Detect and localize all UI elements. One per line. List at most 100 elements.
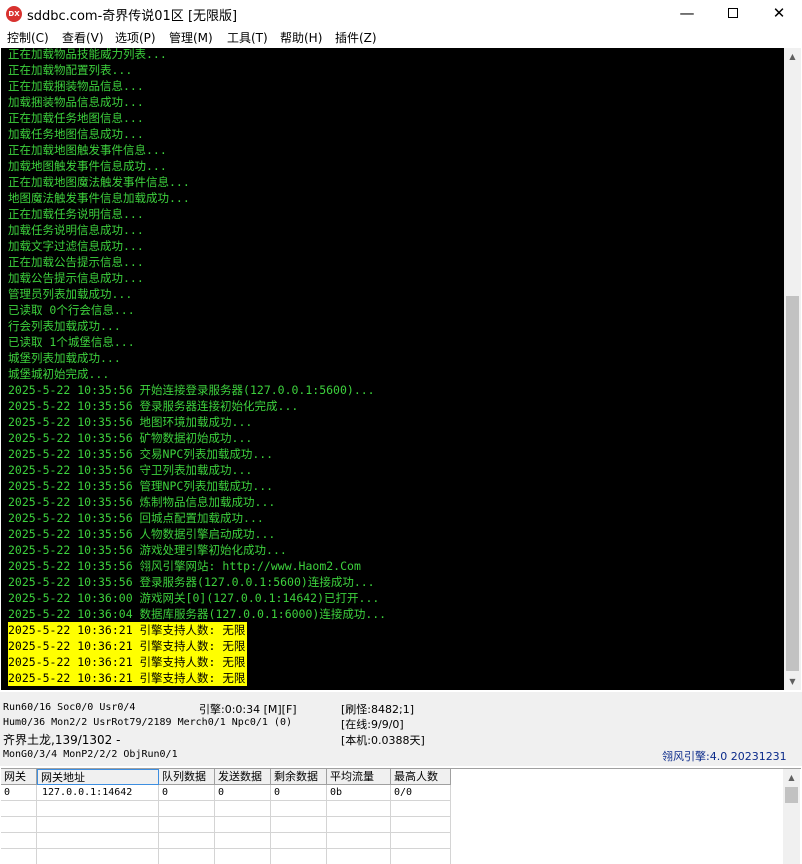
- status-mong: MonG0/3/4 MonP2/2/2 ObjRun0/1: [3, 749, 178, 760]
- menu-tools[interactable]: 工具(T): [227, 29, 268, 46]
- maximize-button[interactable]: [710, 0, 756, 28]
- log-line: 2025-5-22 10:35:56 登录服务器(127.0.0.1:5600)…: [8, 575, 375, 589]
- scroll-down-icon[interactable]: ▼: [784, 673, 801, 690]
- menu-bar: 控制(C) 查看(V) 选项(P) 管理(M) 工具(T) 帮助(H) 插件(Z…: [0, 28, 802, 48]
- grid-cell-max-users[interactable]: 0/0: [391, 785, 451, 801]
- log-line: 2025-5-22 10:35:56 人物数据引擎启动成功...: [8, 527, 276, 541]
- grid-empty-cell: [37, 833, 159, 849]
- scroll-up-icon[interactable]: ▲: [784, 48, 801, 65]
- log-line-highlighted-text: 2025-5-22 10:36:21 引擎支持人数: 无限: [8, 622, 248, 638]
- log-line: 正在加载物品技能威力列表...: [8, 48, 167, 61]
- log-line: 加载捆装物品信息成功...: [8, 95, 144, 109]
- menu-help[interactable]: 帮助(H): [280, 29, 322, 46]
- grid-empty-cell: [37, 849, 159, 864]
- log-line-highlighted: 2025-5-22 10:36:21 引擎支持人数: 无限: [8, 638, 386, 654]
- log-line-highlighted-text: 2025-5-22 10:36:21 引擎支持人数: 无限: [8, 654, 248, 670]
- log-line: 2025-5-22 10:36:04 数据库服务器(127.0.0.1:6000…: [8, 607, 387, 621]
- log-line: 正在加载任务地图信息...: [8, 111, 144, 125]
- menu-options[interactable]: 选项(P): [115, 29, 156, 46]
- console-scrollbar[interactable]: ▲ ▼: [784, 48, 801, 690]
- grid-scroll-up-icon[interactable]: ▲: [783, 769, 800, 786]
- menu-manage[interactable]: 管理(M): [169, 29, 213, 46]
- grid-empty-cell: [159, 849, 215, 864]
- grid-empty-cell: [215, 849, 271, 864]
- status-engine-time: 引擎:0:0:34 [M][F]: [199, 703, 297, 716]
- log-lines: 正在加载物品技能威力列表... 正在加载物配置列表... 正在加载捆装物品信息...…: [8, 48, 386, 686]
- gateway-grid[interactable]: 网关 网关地址 队列数据 发送数据 剩余数据 平均流量 最高人数 0 127.0…: [1, 768, 801, 864]
- status-panel: Run60/16 Soc0/0 Usr0/4 引擎:0:0:34 [M][F] …: [0, 692, 802, 766]
- grid-empty-cell: [271, 817, 327, 833]
- log-line: 2025-5-22 10:35:56 守卫列表加载成功...: [8, 463, 253, 477]
- log-line: 2025-5-22 10:35:56 开始连接登录服务器(127.0.0.1:5…: [8, 383, 375, 397]
- grid-cell-remaining[interactable]: 0: [271, 785, 327, 801]
- title-bar: DX sddbc.com-奇界传说01区 [无限版] — ✕: [0, 0, 802, 28]
- grid-cell-traffic[interactable]: 0b: [327, 785, 391, 801]
- menu-view[interactable]: 查看(V): [62, 29, 104, 46]
- log-line: 正在加载公告提示信息...: [8, 255, 144, 269]
- window-title: sddbc.com-奇界传说01区 [无限版]: [27, 9, 238, 24]
- grid-header-traffic[interactable]: 平均流量: [327, 769, 391, 785]
- log-line: 2025-5-22 10:35:56 地图环境加载成功...: [8, 415, 253, 429]
- log-line: 加载任务说明信息成功...: [8, 223, 144, 237]
- grid-empty-cell: [159, 833, 215, 849]
- grid-header-gateway[interactable]: 网关: [1, 769, 37, 785]
- log-line: 地图魔法触发事件信息加载成功...: [8, 191, 190, 205]
- log-line: 2025-5-22 10:35:56 游戏处理引擎初始化成功...: [8, 543, 287, 557]
- log-line: 加载文字过滤信息成功...: [8, 239, 144, 253]
- grid-header-sent[interactable]: 发送数据: [215, 769, 271, 785]
- log-line-highlighted-text: 2025-5-22 10:36:21 引擎支持人数: 无限: [8, 670, 248, 686]
- grid-empty-cell: [159, 801, 215, 817]
- grid-empty-cell: [37, 801, 159, 817]
- log-line-highlighted: 2025-5-22 10:36:21 引擎支持人数: 无限: [8, 670, 386, 686]
- grid-header-address[interactable]: 网关地址: [37, 769, 159, 785]
- log-line: 2025-5-22 10:36:00 游戏网关[0](127.0.0.1:146…: [8, 591, 380, 605]
- grid-empty-cell: [159, 817, 215, 833]
- grid-empty-cell: [1, 817, 37, 833]
- log-line-highlighted-text: 2025-5-22 10:36:21 引擎支持人数: 无限: [8, 638, 248, 654]
- scroll-thumb[interactable]: [786, 296, 799, 671]
- log-line: 管理员列表加载成功...: [8, 287, 133, 301]
- grid-empty-cell: [1, 849, 37, 864]
- log-line: 2025-5-22 10:35:56 交易NPC列表加载成功...: [8, 447, 274, 461]
- grid-empty-cell: [37, 817, 159, 833]
- grid-empty-cell: [391, 833, 451, 849]
- grid-scroll-thumb[interactable]: [785, 787, 798, 803]
- grid-header-max-users[interactable]: 最高人数: [391, 769, 451, 785]
- log-line: 城堡城初始完成...: [8, 367, 110, 381]
- menu-plugins[interactable]: 插件(Z): [335, 29, 377, 46]
- close-button[interactable]: ✕: [756, 0, 802, 28]
- grid-empty-cell: [391, 817, 451, 833]
- log-line: 行会列表加载成功...: [8, 319, 121, 333]
- log-line: 城堡列表加载成功...: [8, 351, 121, 365]
- grid-cell-sent[interactable]: 0: [215, 785, 271, 801]
- grid-empty-cell: [215, 801, 271, 817]
- log-line: 2025-5-22 10:35:56 矿物数据初始成功...: [8, 431, 253, 445]
- grid-empty-cell: [215, 833, 271, 849]
- log-console[interactable]: 正在加载物品技能威力列表... 正在加载物配置列表... 正在加载捆装物品信息...…: [1, 48, 784, 690]
- app-icon: DX: [6, 6, 22, 22]
- grid-cell-gateway[interactable]: 0: [1, 785, 37, 801]
- log-line: 2025-5-22 10:35:56 管理NPC列表加载成功...: [8, 479, 274, 493]
- log-line: 正在加载地图触发事件信息...: [8, 143, 167, 157]
- grid-empty-cell: [215, 817, 271, 833]
- log-line: 2025-5-22 10:35:56 翎风引擎网站: http://www.Ha…: [8, 559, 361, 573]
- grid-empty-cell: [1, 833, 37, 849]
- grid-empty-cell: [391, 849, 451, 864]
- minimize-button[interactable]: —: [664, 0, 710, 28]
- grid-header-remaining[interactable]: 剩余数据: [271, 769, 327, 785]
- log-line: 正在加载物配置列表...: [8, 63, 133, 77]
- grid-scrollbar[interactable]: ▲: [783, 769, 800, 864]
- menu-control[interactable]: 控制(C): [7, 29, 49, 46]
- log-line: 加载地图触发事件信息成功...: [8, 159, 167, 173]
- grid-cell-queue[interactable]: 0: [159, 785, 215, 801]
- grid-empty-cell: [271, 801, 327, 817]
- log-line: 加载任务地图信息成功...: [8, 127, 144, 141]
- status-refresh: [刷怪:8482;1]: [341, 703, 414, 716]
- grid-empty-cell: [327, 817, 391, 833]
- status-online: [在线:9/9/0]: [341, 718, 404, 731]
- grid-header-queue[interactable]: 队列数据: [159, 769, 215, 785]
- grid-cell-address[interactable]: 127.0.0.1:14642: [37, 785, 159, 801]
- grid-empty-cell: [327, 849, 391, 864]
- status-monster: 齐界土龙,139/1302 -: [3, 733, 121, 747]
- log-line: 2025-5-22 10:35:56 炼制物品信息加载成功...: [8, 495, 276, 509]
